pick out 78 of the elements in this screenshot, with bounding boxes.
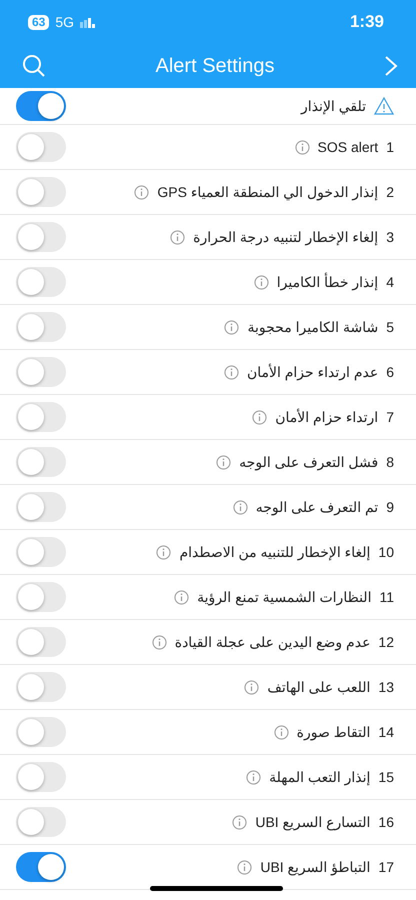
battery-level: 63 — [28, 14, 50, 30]
toggle-switch[interactable] — [16, 807, 66, 837]
info-icon[interactable] — [174, 590, 190, 604]
toggle-switch[interactable] — [16, 267, 66, 297]
alert-number: 12 — [378, 634, 394, 650]
alert-number: 3 — [386, 229, 394, 245]
info-icon[interactable] — [224, 364, 239, 380]
alert-label: إلغاء الإخطار لتنبيه درجة الحرارة — [193, 228, 378, 246]
alert-label: ارتداء حزام الأمان — [275, 408, 378, 426]
info-icon[interactable] — [252, 410, 268, 424]
alert-number: 6 — [386, 364, 394, 380]
info-icon[interactable] — [152, 634, 167, 650]
info-icon[interactable] — [134, 184, 150, 200]
network-type: 5G — [55, 14, 74, 30]
info-icon[interactable] — [244, 680, 260, 694]
alert-number: 10 — [378, 544, 394, 560]
setting-label: تلقي الإنذار — [301, 98, 366, 114]
toggle-switch[interactable] — [16, 132, 66, 162]
alert-number: 11 — [379, 589, 394, 605]
forward-icon[interactable] — [384, 55, 398, 77]
info-icon[interactable] — [237, 860, 252, 874]
info-icon[interactable] — [224, 320, 240, 334]
alert-number: 15 — [378, 769, 394, 785]
info-icon[interactable] — [216, 454, 232, 470]
toggle-switch[interactable] — [16, 312, 66, 342]
screen-title: Alert Settings — [154, 54, 276, 78]
alert-label: إنذار التعب المهلة — [269, 768, 370, 786]
toggle-switch[interactable] — [16, 177, 66, 207]
toggle-switch[interactable] — [16, 91, 66, 121]
alert-label: عدم وضع اليدين على عجلة القيادة — [174, 634, 370, 650]
toggle-switch[interactable] — [16, 402, 66, 432]
info-icon[interactable] — [274, 724, 289, 740]
alert-number: 2 — [386, 184, 394, 200]
toggle-switch[interactable] — [16, 492, 66, 522]
alert-number: 14 — [378, 724, 394, 740]
alert-number: 7 — [386, 409, 394, 425]
info-icon[interactable] — [232, 814, 248, 830]
alert-label: شاشة الكاميرا محجوبة — [247, 318, 378, 336]
alert-label: التباطؤ السريع UBI — [260, 858, 370, 876]
alert-label: التسارع السريع UBI — [255, 814, 370, 830]
alert-label: إنذار خطأ الكاميرا — [276, 274, 378, 290]
alert-number: 16 — [378, 814, 394, 830]
info-icon[interactable] — [294, 140, 310, 154]
info-icon[interactable] — [254, 274, 269, 290]
alert-label: إلغاء الإخطار للتنبيه من الاصطدام — [179, 544, 370, 560]
search-icon[interactable] — [22, 54, 46, 78]
toggle-switch[interactable] — [16, 717, 66, 747]
alert-number: 5 — [386, 319, 394, 335]
alert-number: 1 — [386, 139, 394, 155]
alert-label: تم التعرف على الوجه — [256, 498, 378, 516]
alert-number: 9 — [386, 499, 394, 515]
toggle-switch[interactable] — [16, 222, 66, 252]
alert-label: فشل التعرف على الوجه — [239, 454, 378, 470]
info-icon[interactable] — [170, 230, 186, 244]
signal-icon — [80, 16, 96, 28]
alert-number: 8 — [386, 454, 394, 470]
info-icon[interactable] — [156, 544, 172, 560]
warning-icon — [374, 97, 394, 115]
alert-label: SOS alert — [318, 139, 378, 155]
alert-label: اللعب على الهاتف — [267, 678, 370, 696]
alert-number: 13 — [378, 679, 394, 695]
info-icon[interactable] — [232, 500, 248, 514]
alert-label: عدم ارتداء حزام الأمان — [246, 364, 378, 380]
info-icon[interactable] — [246, 770, 262, 784]
toggle-switch[interactable] — [16, 447, 66, 477]
alert-number: 4 — [386, 274, 394, 290]
toggle-switch[interactable] — [16, 762, 66, 792]
alert-label: النظارات الشمسية تمنع الرؤية — [197, 588, 372, 606]
toggle-switch[interactable] — [16, 582, 66, 612]
alert-label: التقاط صورة — [296, 724, 370, 740]
alert-number: 17 — [378, 859, 394, 875]
toggle-switch[interactable] — [16, 537, 66, 567]
toggle-switch[interactable] — [16, 852, 66, 882]
toggle-switch[interactable] — [16, 672, 66, 702]
alert-label: إنذار الدخول الي المنطقة العمياء GPS — [157, 184, 378, 200]
clock: 1:39 — [350, 12, 384, 32]
toggle-switch[interactable] — [16, 627, 66, 657]
toggle-switch[interactable] — [16, 357, 66, 387]
